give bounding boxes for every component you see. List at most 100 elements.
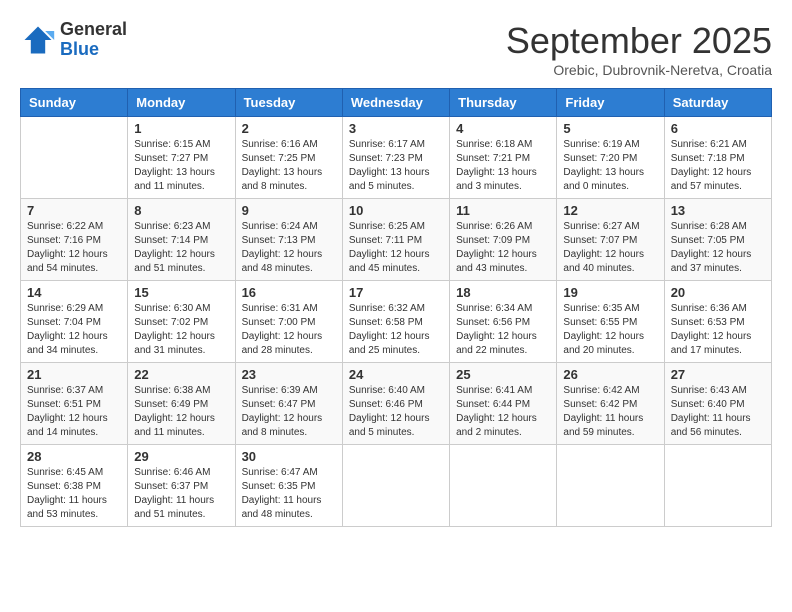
day-info: Sunrise: 6:16 AMSunset: 7:25 PMDaylight:… bbox=[242, 138, 336, 194]
calendar-cell: 23 Sunrise: 6:39 AMSunset: 6:47 PMDayligh… bbox=[235, 363, 342, 445]
calendar-cell bbox=[342, 445, 449, 527]
calendar-week-4: 28 Sunrise: 6:45 AMSunset: 6:38 PMDayligh… bbox=[21, 445, 772, 527]
day-number: 22 bbox=[134, 367, 228, 382]
day-number: 23 bbox=[242, 367, 336, 382]
title-area: September 2025 Orebic, Dubrovnik-Neretva… bbox=[506, 20, 772, 78]
day-number: 25 bbox=[456, 367, 550, 382]
day-number: 9 bbox=[242, 203, 336, 218]
weekday-header-saturday: Saturday bbox=[664, 89, 771, 117]
day-number: 14 bbox=[27, 285, 121, 300]
calendar-cell: 30 Sunrise: 6:47 AMSunset: 6:35 PMDayligh… bbox=[235, 445, 342, 527]
day-info: Sunrise: 6:25 AMSunset: 7:11 PMDaylight:… bbox=[349, 220, 443, 276]
calendar-cell bbox=[557, 445, 664, 527]
logo-general: General bbox=[60, 20, 127, 40]
weekday-header-thursday: Thursday bbox=[450, 89, 557, 117]
calendar-cell: 9 Sunrise: 6:24 AMSunset: 7:13 PMDaylight… bbox=[235, 199, 342, 281]
calendar-cell: 26 Sunrise: 6:42 AMSunset: 6:42 PMDayligh… bbox=[557, 363, 664, 445]
day-info: Sunrise: 6:46 AMSunset: 6:37 PMDaylight:… bbox=[134, 466, 228, 522]
day-number: 3 bbox=[349, 121, 443, 136]
day-number: 26 bbox=[563, 367, 657, 382]
day-info: Sunrise: 6:29 AMSunset: 7:04 PMDaylight:… bbox=[27, 302, 121, 358]
day-info: Sunrise: 6:15 AMSunset: 7:27 PMDaylight:… bbox=[134, 138, 228, 194]
calendar-cell: 21 Sunrise: 6:37 AMSunset: 6:51 PMDayligh… bbox=[21, 363, 128, 445]
day-info: Sunrise: 6:24 AMSunset: 7:13 PMDaylight:… bbox=[242, 220, 336, 276]
weekday-header-wednesday: Wednesday bbox=[342, 89, 449, 117]
day-number: 5 bbox=[563, 121, 657, 136]
day-info: Sunrise: 6:39 AMSunset: 6:47 PMDaylight:… bbox=[242, 384, 336, 440]
day-number: 4 bbox=[456, 121, 550, 136]
logo-text: General Blue bbox=[60, 20, 127, 60]
day-info: Sunrise: 6:42 AMSunset: 6:42 PMDaylight:… bbox=[563, 384, 657, 440]
weekday-header-sunday: Sunday bbox=[21, 89, 128, 117]
calendar-week-3: 21 Sunrise: 6:37 AMSunset: 6:51 PMDayligh… bbox=[21, 363, 772, 445]
calendar-cell: 11 Sunrise: 6:26 AMSunset: 7:09 PMDayligh… bbox=[450, 199, 557, 281]
calendar-cell: 28 Sunrise: 6:45 AMSunset: 6:38 PMDayligh… bbox=[21, 445, 128, 527]
weekday-header-friday: Friday bbox=[557, 89, 664, 117]
calendar-cell: 14 Sunrise: 6:29 AMSunset: 7:04 PMDayligh… bbox=[21, 281, 128, 363]
calendar-cell: 12Sunrise: 6:27 AMSunset: 7:07 PMDayligh… bbox=[557, 199, 664, 281]
calendar-cell: 5 Sunrise: 6:19 AMSunset: 7:20 PMDaylight… bbox=[557, 117, 664, 199]
logo: General Blue bbox=[20, 20, 127, 60]
calendar-cell bbox=[21, 117, 128, 199]
day-info: Sunrise: 6:38 AMSunset: 6:49 PMDaylight:… bbox=[134, 384, 228, 440]
calendar-cell: 4 Sunrise: 6:18 AMSunset: 7:21 PMDaylight… bbox=[450, 117, 557, 199]
day-number: 29 bbox=[134, 449, 228, 464]
day-number: 8 bbox=[134, 203, 228, 218]
day-info: Sunrise: 6:45 AMSunset: 6:38 PMDaylight:… bbox=[27, 466, 121, 522]
day-number: 27 bbox=[671, 367, 765, 382]
calendar-cell: 24 Sunrise: 6:40 AMSunset: 6:46 PMDayligh… bbox=[342, 363, 449, 445]
day-info: Sunrise: 6:27 AMSunset: 7:07 PMDaylight:… bbox=[563, 220, 657, 276]
day-number: 11 bbox=[456, 203, 550, 218]
day-info: Sunrise: 6:18 AMSunset: 7:21 PMDaylight:… bbox=[456, 138, 550, 194]
weekday-header-tuesday: Tuesday bbox=[235, 89, 342, 117]
calendar-cell bbox=[450, 445, 557, 527]
calendar-header: SundayMondayTuesdayWednesdayThursdayFrid… bbox=[21, 89, 772, 117]
day-number: 1 bbox=[134, 121, 228, 136]
calendar-cell: 2 Sunrise: 6:16 AMSunset: 7:25 PMDaylight… bbox=[235, 117, 342, 199]
day-info: Sunrise: 6:35 AMSunset: 6:55 PMDaylight:… bbox=[563, 302, 657, 358]
weekday-header-row: SundayMondayTuesdayWednesdayThursdayFrid… bbox=[21, 89, 772, 117]
day-number: 21 bbox=[27, 367, 121, 382]
day-info: Sunrise: 6:41 AMSunset: 6:44 PMDaylight:… bbox=[456, 384, 550, 440]
weekday-header-monday: Monday bbox=[128, 89, 235, 117]
day-number: 15 bbox=[134, 285, 228, 300]
month-title: September 2025 bbox=[506, 20, 772, 62]
calendar-cell: 19Sunrise: 6:35 AMSunset: 6:55 PMDayligh… bbox=[557, 281, 664, 363]
day-info: Sunrise: 6:17 AMSunset: 7:23 PMDaylight:… bbox=[349, 138, 443, 194]
day-number: 28 bbox=[27, 449, 121, 464]
calendar-cell: 16Sunrise: 6:31 AMSunset: 7:00 PMDayligh… bbox=[235, 281, 342, 363]
day-number: 30 bbox=[242, 449, 336, 464]
day-info: Sunrise: 6:19 AMSunset: 7:20 PMDaylight:… bbox=[563, 138, 657, 194]
calendar-cell: 25 Sunrise: 6:41 AMSunset: 6:44 PMDayligh… bbox=[450, 363, 557, 445]
day-info: Sunrise: 6:26 AMSunset: 7:09 PMDaylight:… bbox=[456, 220, 550, 276]
calendar-cell: 6Sunrise: 6:21 AMSunset: 7:18 PMDaylight… bbox=[664, 117, 771, 199]
day-info: Sunrise: 6:40 AMSunset: 6:46 PMDaylight:… bbox=[349, 384, 443, 440]
day-info: Sunrise: 6:47 AMSunset: 6:35 PMDaylight:… bbox=[242, 466, 336, 522]
calendar-cell: 10Sunrise: 6:25 AMSunset: 7:11 PMDayligh… bbox=[342, 199, 449, 281]
logo-blue: Blue bbox=[60, 40, 127, 60]
day-info: Sunrise: 6:32 AMSunset: 6:58 PMDaylight:… bbox=[349, 302, 443, 358]
day-info: Sunrise: 6:37 AMSunset: 6:51 PMDaylight:… bbox=[27, 384, 121, 440]
calendar-cell: 22 Sunrise: 6:38 AMSunset: 6:49 PMDayligh… bbox=[128, 363, 235, 445]
calendar-body: 1 Sunrise: 6:15 AMSunset: 7:27 PMDaylight… bbox=[21, 117, 772, 527]
calendar-cell: 18Sunrise: 6:34 AMSunset: 6:56 PMDayligh… bbox=[450, 281, 557, 363]
calendar-week-2: 14 Sunrise: 6:29 AMSunset: 7:04 PMDayligh… bbox=[21, 281, 772, 363]
day-info: Sunrise: 6:28 AMSunset: 7:05 PMDaylight:… bbox=[671, 220, 765, 276]
calendar-table: SundayMondayTuesdayWednesdayThursdayFrid… bbox=[20, 88, 772, 527]
day-number: 20 bbox=[671, 285, 765, 300]
calendar-cell: 13Sunrise: 6:28 AMSunset: 7:05 PMDayligh… bbox=[664, 199, 771, 281]
day-info: Sunrise: 6:43 AMSunset: 6:40 PMDaylight:… bbox=[671, 384, 765, 440]
day-info: Sunrise: 6:36 AMSunset: 6:53 PMDaylight:… bbox=[671, 302, 765, 358]
calendar-cell: 7 Sunrise: 6:22 AMSunset: 7:16 PMDaylight… bbox=[21, 199, 128, 281]
day-info: Sunrise: 6:22 AMSunset: 7:16 PMDaylight:… bbox=[27, 220, 121, 276]
day-number: 17 bbox=[349, 285, 443, 300]
calendar-cell bbox=[664, 445, 771, 527]
calendar-week-0: 1 Sunrise: 6:15 AMSunset: 7:27 PMDaylight… bbox=[21, 117, 772, 199]
day-number: 2 bbox=[242, 121, 336, 136]
day-number: 24 bbox=[349, 367, 443, 382]
day-info: Sunrise: 6:34 AMSunset: 6:56 PMDaylight:… bbox=[456, 302, 550, 358]
day-info: Sunrise: 6:30 AMSunset: 7:02 PMDaylight:… bbox=[134, 302, 228, 358]
day-info: Sunrise: 6:23 AMSunset: 7:14 PMDaylight:… bbox=[134, 220, 228, 276]
day-number: 7 bbox=[27, 203, 121, 218]
calendar-cell: 29 Sunrise: 6:46 AMSunset: 6:37 PMDayligh… bbox=[128, 445, 235, 527]
